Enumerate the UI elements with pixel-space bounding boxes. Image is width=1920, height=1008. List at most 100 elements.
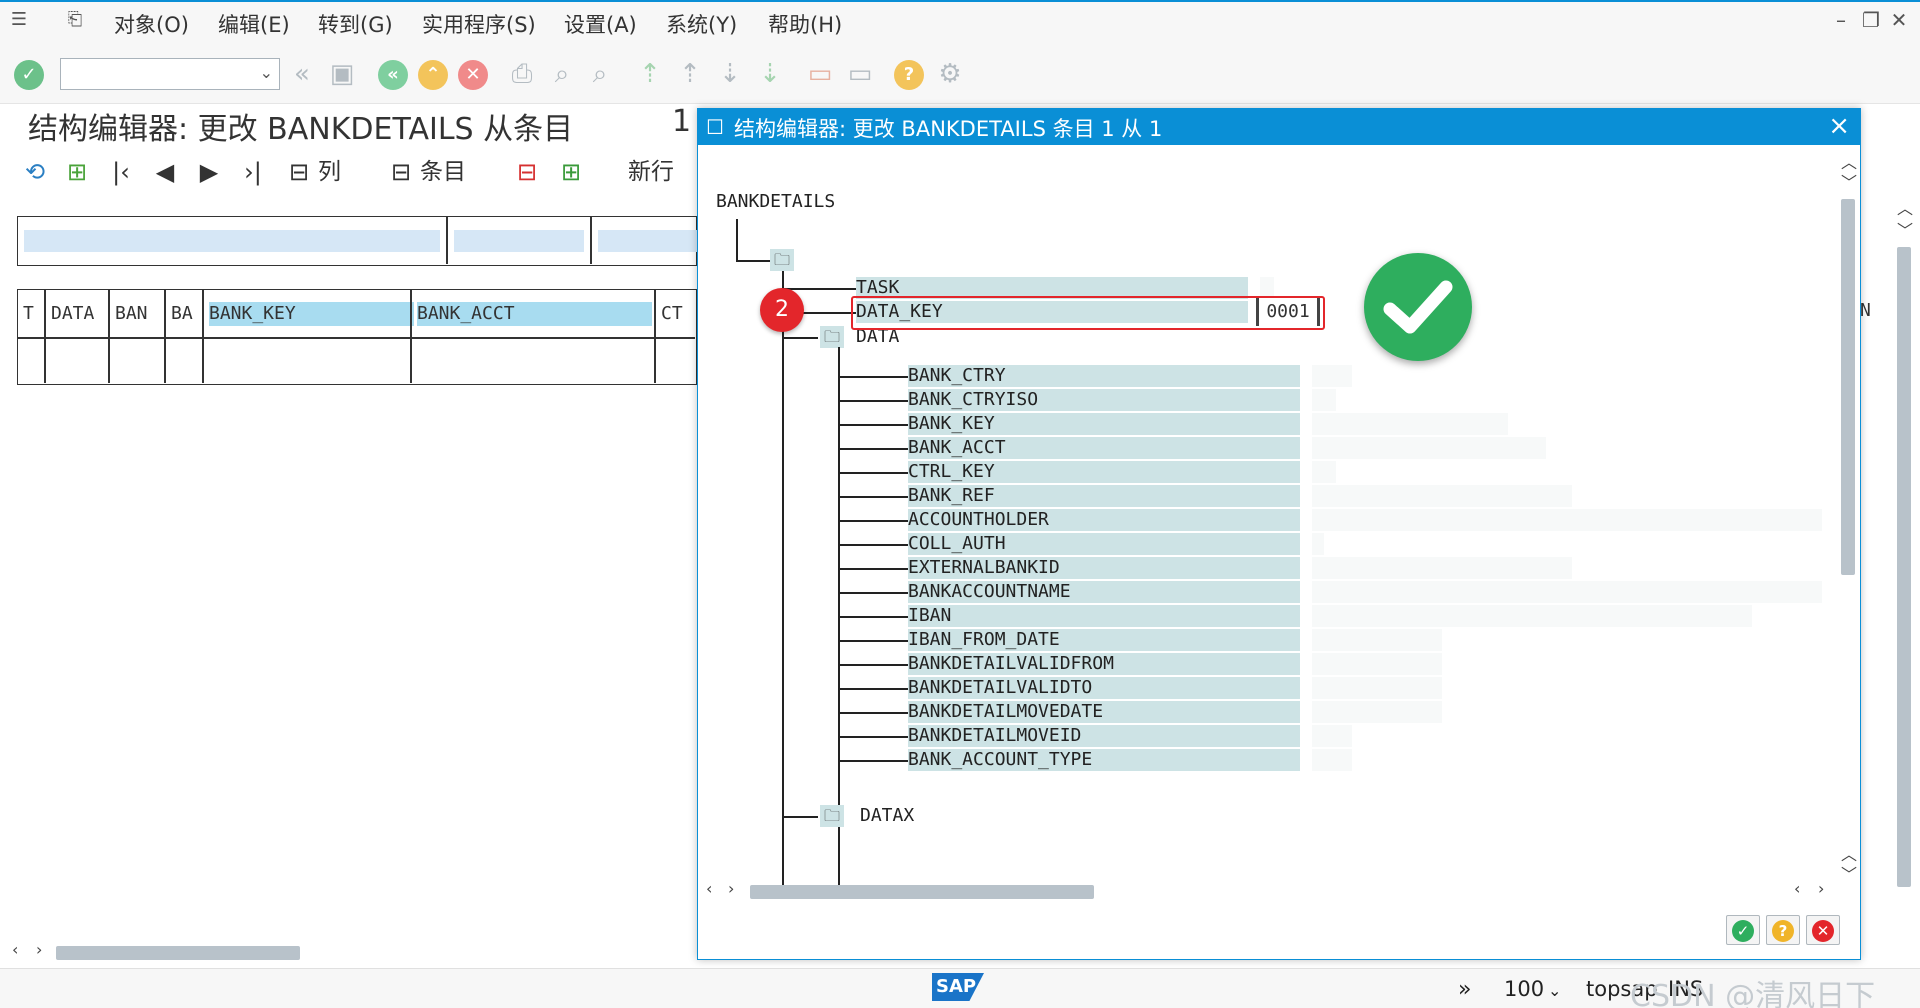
next-entry-icon[interactable]: ▶	[196, 156, 222, 188]
double-left-icon[interactable]: «	[286, 58, 318, 90]
last-page-icon[interactable]: ⇣	[754, 58, 786, 90]
double-chevron-right-icon[interactable]: »	[1458, 977, 1471, 1002]
table-header[interactable]: BANK_ACCT	[412, 290, 652, 338]
chevron-down-icon[interactable]: ⌄	[260, 63, 273, 82]
entry-icon[interactable]: ⊟	[386, 156, 416, 188]
hierarchy-icon[interactable]: ⊞	[62, 156, 92, 188]
last-entry-icon[interactable]: ›|	[240, 156, 266, 188]
table-header[interactable]: T	[18, 290, 44, 338]
next-page-icon[interactable]: ⇣	[714, 58, 746, 90]
scroll-left-icon[interactable]: ‹	[1794, 879, 1800, 898]
field-value-input[interactable]	[1312, 557, 1572, 579]
dialog-close-icon[interactable]: ×	[1828, 111, 1850, 141]
scroll-down-icon[interactable]: ﹀	[1897, 217, 1913, 241]
scroll-right-icon[interactable]: ›	[36, 940, 42, 959]
scroll-left-icon[interactable]: ‹	[12, 940, 18, 959]
field-label: COLL_AUTH	[908, 533, 1300, 555]
first-entry-icon[interactable]: |‹	[108, 156, 134, 188]
table-header[interactable]: BANK_KEY	[204, 290, 414, 338]
confirm-button[interactable]: ✓	[1726, 915, 1760, 945]
field-value-input[interactable]	[1312, 701, 1442, 723]
find-icon[interactable]: ⌕	[546, 58, 578, 90]
data-key-value-input[interactable]: 0001	[1256, 298, 1320, 326]
new-row-button[interactable]: 新行	[628, 156, 674, 188]
previous-page-icon[interactable]: ⇡	[674, 58, 706, 90]
grid-cell[interactable]	[24, 230, 440, 252]
table-header[interactable]: BA	[166, 290, 202, 338]
minimize-icon[interactable]: –	[1828, 8, 1854, 32]
scroll-thumb[interactable]	[56, 946, 300, 960]
field-value-input[interactable]	[1312, 581, 1822, 603]
field-value-input[interactable]	[1312, 485, 1572, 507]
window-menu-icon[interactable]: ☰	[8, 10, 30, 30]
column-icon[interactable]: ⊟	[284, 156, 314, 188]
gear-icon[interactable]: ⚙	[934, 58, 966, 90]
first-page-icon[interactable]: ⇡	[634, 58, 666, 90]
field-value-input[interactable]	[1312, 605, 1752, 627]
paste-icon[interactable]: ⎗	[64, 10, 86, 30]
chevron-down-icon[interactable]: ⌄	[1548, 981, 1561, 1000]
enter-check-icon[interactable]: ✓	[14, 60, 44, 90]
previous-entry-icon[interactable]: ◀	[152, 156, 178, 188]
field-value-input[interactable]	[1312, 389, 1336, 411]
scroll-right-icon[interactable]: ›	[1818, 879, 1824, 898]
table-header[interactable]: BAN	[110, 290, 164, 338]
background-vertical-scrollbar[interactable]: ︿ ﹀	[1893, 195, 1915, 925]
field-value-input[interactable]	[1312, 461, 1336, 483]
scroll-left-icon[interactable]: ‹	[706, 879, 712, 898]
field-value-input[interactable]	[1312, 365, 1352, 387]
close-icon[interactable]: ✕	[1886, 8, 1912, 32]
menu-settings[interactable]: 设置(A)	[564, 9, 637, 39]
table-header[interactable]: DATA	[46, 290, 108, 338]
refresh-icon[interactable]: ⟲	[20, 156, 50, 188]
menu-help[interactable]: 帮助(H)	[768, 9, 842, 39]
print-icon[interactable]: ⎙	[506, 58, 538, 90]
insert-row-icon[interactable]: ⊞	[556, 156, 586, 188]
scroll-thumb[interactable]	[750, 885, 1094, 899]
scroll-thumb[interactable]	[1841, 199, 1855, 575]
header-divider	[18, 337, 695, 339]
column-button[interactable]: 列	[318, 156, 341, 188]
menu-edit[interactable]: 编辑(E)	[218, 9, 290, 39]
cancel-icon[interactable]: ✕	[458, 60, 488, 90]
new-session-icon[interactable]: ▭	[804, 58, 836, 90]
cancel-button[interactable]: ✕	[1806, 915, 1840, 945]
field-value-input[interactable]	[1312, 749, 1352, 771]
help-icon[interactable]: ?	[894, 60, 924, 90]
dialog-horizontal-scrollbar[interactable]: ‹ › ‹ ›	[698, 879, 1860, 905]
help-button[interactable]: ?	[1766, 915, 1800, 945]
scroll-right-icon[interactable]: ›	[728, 879, 734, 898]
field-value-input[interactable]	[1312, 509, 1822, 531]
delete-row-icon[interactable]: ⊟	[512, 156, 542, 188]
menu-system[interactable]: 系统(Y)	[666, 9, 737, 39]
field-value-input[interactable]	[1312, 653, 1442, 675]
table-header[interactable]: CT	[656, 290, 696, 338]
background-horizontal-scrollbar[interactable]: ‹ ›	[0, 940, 700, 962]
field-value-input[interactable]	[1312, 677, 1442, 699]
folder-icon[interactable]: 🗀	[770, 249, 794, 271]
field-value-input[interactable]	[1312, 413, 1508, 435]
shortcut-icon[interactable]: ▭	[844, 58, 876, 90]
field-value-input[interactable]	[1312, 725, 1352, 747]
restore-icon[interactable]: ❐	[1858, 8, 1884, 32]
find-next-icon[interactable]: ⌕	[584, 58, 616, 90]
command-field[interactable]: ⌄	[60, 58, 280, 90]
field-value-input[interactable]	[1312, 437, 1546, 459]
field-value-input[interactable]	[1312, 629, 1442, 651]
grid-cell[interactable]	[454, 230, 584, 252]
field-value-input[interactable]	[1312, 533, 1324, 555]
save-icon[interactable]: ▣	[326, 58, 358, 90]
back-icon[interactable]: «	[378, 60, 408, 90]
menu-object[interactable]: 对象(O)	[114, 9, 189, 39]
folder-icon[interactable]: 🗀	[820, 326, 844, 348]
dialog-vertical-scrollbar[interactable]: ︿ ﹀ ︿ ﹀	[1838, 149, 1860, 889]
scroll-thumb[interactable]	[1897, 247, 1911, 887]
grid-cell[interactable]	[598, 230, 698, 252]
menu-goto[interactable]: 转到(G)	[318, 9, 393, 39]
menu-utilities[interactable]: 实用程序(S)	[422, 9, 536, 39]
exit-icon[interactable]: ⌃	[418, 60, 448, 90]
scroll-down-icon[interactable]: ﹀	[1841, 169, 1857, 193]
scroll-up-icon[interactable]: ︿	[1897, 195, 1913, 219]
entry-button[interactable]: 条目	[420, 156, 466, 188]
folder-icon[interactable]: 🗀	[820, 805, 844, 827]
